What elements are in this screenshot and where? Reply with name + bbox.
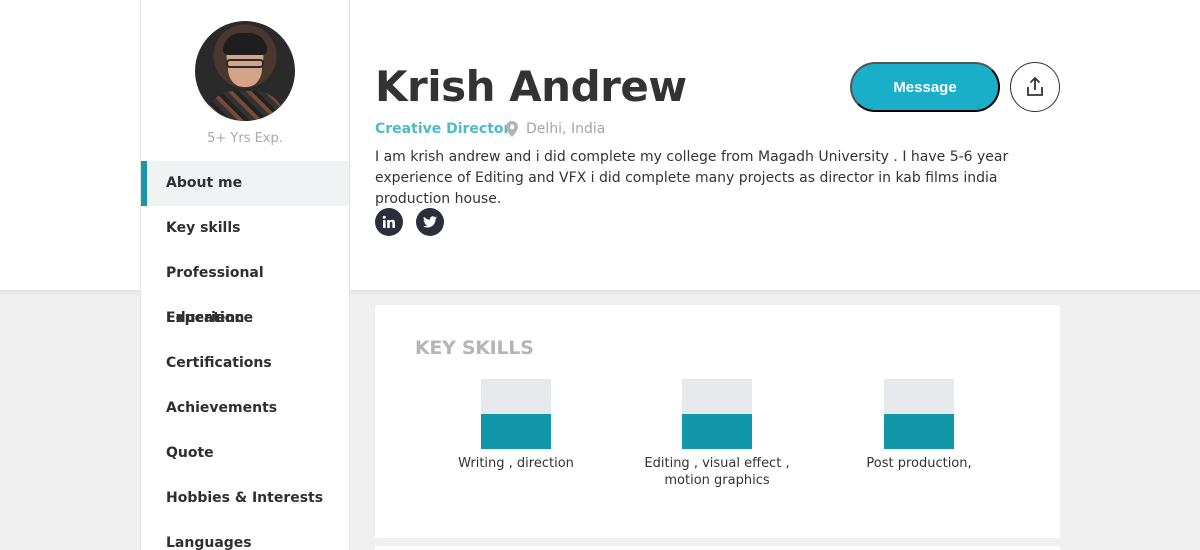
sidebar-item-languages[interactable]: Languages (141, 521, 349, 550)
skill-item: Post production, (839, 379, 999, 472)
sidebar-item-professional-experience[interactable]: Professional Experience (141, 251, 349, 326)
sidebar-item-certifications[interactable]: Certifications (141, 341, 349, 386)
skill-bar-fill (481, 414, 551, 449)
skill-bar-fill (682, 414, 752, 449)
profile-bio: I am krish andrew and i did complete my … (375, 149, 1009, 207)
avatar-shirt (205, 91, 285, 121)
sidebar-item-education[interactable]: Education (141, 296, 349, 341)
avatar-glasses (226, 59, 264, 68)
twitter-glyph (423, 216, 437, 228)
profile-role: Creative Director (375, 121, 511, 137)
avatar-hair (223, 33, 267, 55)
linkedin-glyph (382, 215, 395, 228)
skill-item: Writing , direction (436, 379, 596, 472)
profile-location: Delhi, India (526, 121, 606, 137)
skill-bar (481, 379, 551, 449)
profile-sidebar: 5+ Yrs Exp. About me Key skills Professi… (140, 0, 350, 550)
skill-bar-fill (884, 414, 954, 449)
sidebar-item-hobbies[interactable]: Hobbies & Interests (141, 476, 349, 521)
sidebar-item-quote[interactable]: Quote (141, 431, 349, 476)
skill-item: Editing , visual effect , motion graphic… (637, 379, 797, 489)
share-icon (1027, 76, 1043, 96)
avatar (195, 21, 295, 121)
sidebar-item-key-skills[interactable]: Key skills (141, 206, 349, 251)
twitter-icon[interactable] (416, 208, 444, 236)
skill-bar (682, 379, 752, 449)
next-section-card (375, 546, 1060, 550)
profile-name: Krish Andrew (375, 62, 687, 111)
key-skills-card: KEY SKILLS Writing , direction Editing ,… (375, 305, 1060, 538)
skill-label: Writing , direction (458, 456, 574, 471)
experience-label: 5+ Yrs Exp. (207, 131, 283, 146)
location-pin-icon (506, 121, 518, 137)
linkedin-icon[interactable] (375, 208, 403, 236)
message-button[interactable]: Message (850, 62, 1000, 112)
share-button[interactable] (1010, 62, 1060, 112)
sidebar-item-achievements[interactable]: Achievements (141, 386, 349, 431)
skill-bar (884, 379, 954, 449)
skill-label: Editing , visual effect , motion graphic… (644, 456, 790, 488)
skill-label: Post production, (866, 456, 972, 471)
sidebar-nav: About me Key skills Professional Experie… (141, 161, 349, 550)
sidebar-item-about-me[interactable]: About me (141, 161, 349, 206)
key-skills-title: KEY SKILLS (415, 337, 534, 359)
